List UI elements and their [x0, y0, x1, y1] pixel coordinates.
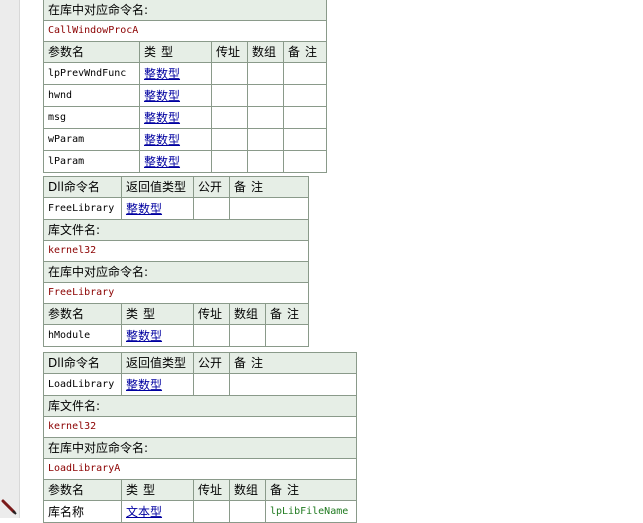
- array-header: 数组: [247, 41, 284, 63]
- dll-cmd-name[interactable]: LoadLibrary: [43, 373, 122, 396]
- remark-cell[interactable]: [228, 373, 358, 396]
- param-name[interactable]: hModule: [43, 324, 122, 347]
- type-link[interactable]: 整数型: [144, 89, 180, 103]
- lib-cmd-value[interactable]: CallWindowProcA: [42, 20, 328, 42]
- edit-pen-icon: [1, 499, 17, 515]
- remark-header: 备注: [282, 41, 328, 63]
- remark-cell[interactable]: [228, 197, 310, 220]
- dll-cmd-header: Dll命令名: [43, 176, 122, 198]
- remark-cell[interactable]: lpLibFileName: [264, 500, 358, 523]
- dll-command-table-freelibrary: Dll命令名 返回值类型 公开 备注 FreeLibrary 整数型 库文件名:…: [42, 176, 310, 347]
- lib-cmd-label: 在库中对应命令名:: [42, 0, 328, 21]
- lib-cmd-label: 在库中对应命令名:: [42, 261, 310, 283]
- param-row: 库名称 文本型 lpLibFileName: [43, 500, 358, 523]
- return-type-link[interactable]: 整数型: [126, 378, 162, 392]
- remark-cell[interactable]: [282, 128, 328, 151]
- return-type-header: 返回值类型: [121, 176, 194, 198]
- lib-file-value[interactable]: kernel32: [42, 240, 310, 262]
- param-row: hModule 整数型: [43, 324, 310, 347]
- array-cell[interactable]: [247, 62, 284, 85]
- type-link[interactable]: 整数型: [144, 67, 180, 81]
- param-row: hwnd 整数型: [43, 84, 328, 107]
- public-header: 公开: [193, 176, 230, 198]
- array-cell[interactable]: [247, 128, 284, 151]
- remark-cell[interactable]: [264, 324, 310, 347]
- dll-command-table-callwindowproc: 在库中对应命令名: CallWindowProcA 参数名 类型 传址 数组 备…: [42, 0, 328, 173]
- public-cell[interactable]: [193, 373, 230, 396]
- param-name[interactable]: lpPrevWndFunc: [43, 62, 140, 85]
- type-link[interactable]: 整数型: [144, 133, 180, 147]
- type-header: 类型: [121, 479, 194, 501]
- param-name[interactable]: lParam: [43, 150, 140, 173]
- by-ref-header: 传址: [193, 479, 230, 501]
- array-header: 数组: [229, 303, 266, 325]
- public-cell[interactable]: [193, 197, 230, 220]
- by-ref-cell[interactable]: [211, 128, 248, 151]
- remark-header: 备注: [264, 479, 358, 501]
- by-ref-header: 传址: [211, 41, 248, 63]
- lib-cmd-value[interactable]: LoadLibraryA: [42, 458, 358, 480]
- return-type-header: 返回值类型: [121, 352, 194, 374]
- param-name-header: 参数名: [43, 303, 122, 325]
- array-cell[interactable]: [247, 84, 284, 107]
- lib-file-value[interactable]: kernel32: [42, 416, 358, 438]
- by-ref-cell[interactable]: [193, 500, 230, 523]
- param-name[interactable]: hwnd: [43, 84, 140, 107]
- by-ref-header: 传址: [193, 303, 230, 325]
- lib-file-label: 库文件名:: [42, 395, 358, 417]
- lib-cmd-label: 在库中对应命令名:: [42, 437, 358, 459]
- remark-header: 备注: [228, 176, 310, 198]
- remark-header: 备注: [228, 352, 358, 374]
- param-row: msg 整数型: [43, 106, 328, 129]
- type-link[interactable]: 整数型: [144, 111, 180, 125]
- array-cell[interactable]: [247, 106, 284, 129]
- type-header: 类型: [139, 41, 212, 63]
- remark-cell[interactable]: [282, 150, 328, 173]
- by-ref-cell[interactable]: [211, 84, 248, 107]
- remark-cell[interactable]: [282, 62, 328, 85]
- param-name[interactable]: wParam: [43, 128, 140, 151]
- lib-file-label: 库文件名:: [42, 219, 310, 241]
- type-link[interactable]: 整数型: [144, 155, 180, 169]
- lib-cmd-value[interactable]: FreeLibrary: [42, 282, 310, 304]
- remark-cell[interactable]: [282, 106, 328, 129]
- array-cell[interactable]: [229, 324, 266, 347]
- type-link[interactable]: 文本型: [126, 505, 162, 519]
- by-ref-cell[interactable]: [193, 324, 230, 347]
- param-row: lParam 整数型: [43, 150, 328, 173]
- param-row: wParam 整数型: [43, 128, 328, 151]
- dll-cmd-name[interactable]: FreeLibrary: [43, 197, 122, 220]
- array-cell[interactable]: [247, 150, 284, 173]
- by-ref-cell[interactable]: [211, 150, 248, 173]
- by-ref-cell[interactable]: [211, 106, 248, 129]
- type-header: 类型: [121, 303, 194, 325]
- param-row: lpPrevWndFunc 整数型: [43, 62, 328, 85]
- dll-command-table-loadlibrary: Dll命令名 返回值类型 公开 备注 LoadLibrary 整数型 库文件名:…: [42, 352, 358, 523]
- editor-gutter: [0, 0, 20, 518]
- public-header: 公开: [193, 352, 230, 374]
- array-cell[interactable]: [229, 500, 266, 523]
- dll-cmd-header: Dll命令名: [43, 352, 122, 374]
- param-name[interactable]: 库名称: [43, 500, 122, 523]
- remark-header: 备注: [264, 303, 310, 325]
- param-name-header: 参数名: [43, 41, 140, 63]
- type-link[interactable]: 整数型: [126, 329, 162, 343]
- param-name[interactable]: msg: [43, 106, 140, 129]
- return-type-link[interactable]: 整数型: [126, 202, 162, 216]
- remark-cell[interactable]: [282, 84, 328, 107]
- param-name-header: 参数名: [43, 479, 122, 501]
- array-header: 数组: [229, 479, 266, 501]
- by-ref-cell[interactable]: [211, 62, 248, 85]
